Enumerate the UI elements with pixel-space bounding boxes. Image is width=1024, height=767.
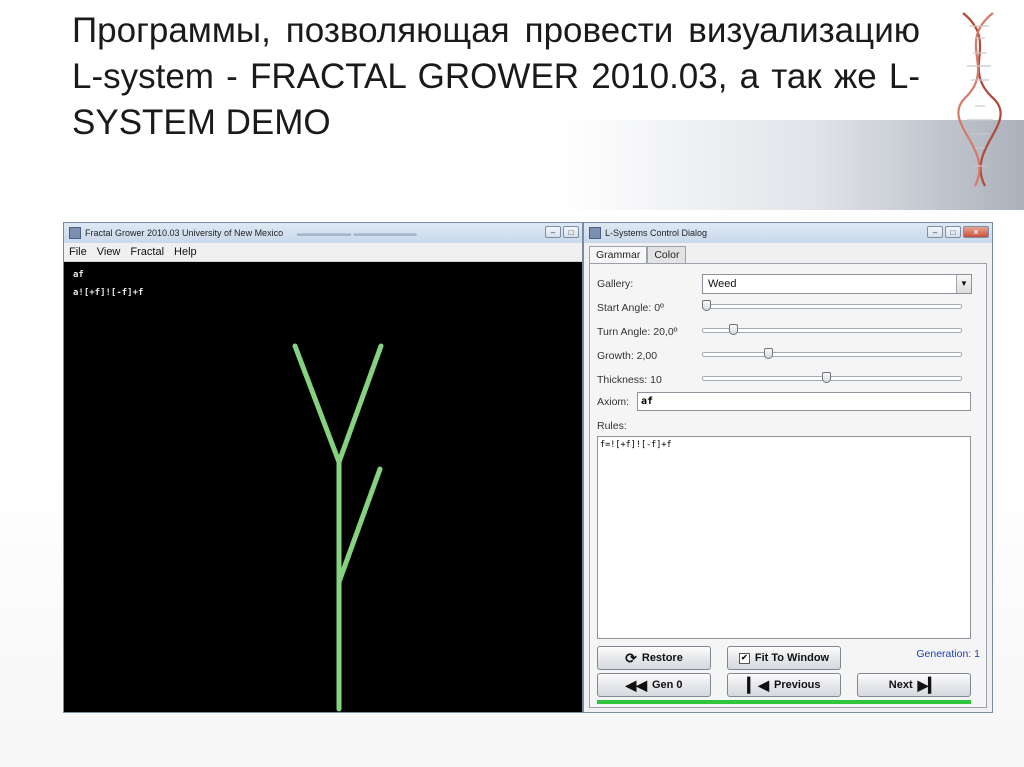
maximize-button[interactable]: □: [563, 226, 579, 238]
java-app-icon: [69, 227, 81, 239]
previous-button[interactable]: ▎◀ Previous: [727, 673, 841, 697]
gallery-label: Gallery:: [597, 278, 634, 290]
plant-branch-side: [336, 466, 383, 585]
previous-button-label: Previous: [774, 679, 821, 691]
generation-counter: Generation: 1: [916, 648, 980, 660]
start-angle-slider[interactable]: [702, 304, 962, 309]
thickness-label: Thickness: 10: [597, 374, 662, 386]
checkbox-icon[interactable]: ✔: [738, 652, 750, 664]
progress-bar: [597, 700, 971, 704]
dna-helix-icon: [957, 12, 1002, 187]
plant-branch-left: [292, 343, 342, 465]
growth-slider-thumb[interactable]: [764, 348, 774, 359]
turn-angle-slider[interactable]: [702, 328, 962, 333]
restore-icon: ⟳: [625, 650, 637, 666]
growth-label: Growth: 2,00: [597, 350, 658, 362]
fractal-grower-window[interactable]: Fractal Grower 2010.03 University of New…: [63, 222, 583, 713]
weed-fractal-drawing: [292, 343, 384, 712]
close-button[interactable]: ✕: [963, 226, 989, 238]
turn-angle-label: Turn Angle: 20,0º: [597, 326, 678, 338]
turn-angle-slider-thumb[interactable]: [729, 324, 739, 335]
lsystems-control-dialog[interactable]: L-Systems Control Dialog – □ ✕ Grammar C…: [583, 222, 993, 713]
fit-to-window-checkbox[interactable]: ✔ Fit To Window: [727, 646, 841, 670]
plant-branch-right: [336, 343, 384, 465]
fit-to-window-label: Fit To Window: [754, 652, 830, 664]
fractal-canvas[interactable]: af a![+f]![-f]+f: [64, 262, 582, 712]
axiom-input[interactable]: af: [637, 392, 971, 411]
axiom-label: Axiom:: [597, 396, 630, 408]
rewind-icon: ◀◀: [625, 677, 647, 693]
menu-view[interactable]: View: [92, 246, 126, 258]
background-window-ghost-text: ▬▬▬▬▬▬ ▬▬▬▬▬▬▬: [297, 228, 417, 238]
growth-slider[interactable]: [702, 352, 962, 357]
step-forward-icon: ▶▎: [917, 677, 940, 693]
chevron-down-icon[interactable]: ▼: [956, 275, 971, 293]
fractal-window-title: Fractal Grower 2010.03 University of New…: [85, 228, 284, 238]
java-app-icon: [589, 227, 601, 239]
start-angle-label: Start Angle: 0º: [597, 302, 664, 314]
fractal-menubar: File View Fractal Help: [64, 243, 582, 262]
start-angle-slider-thumb[interactable]: [702, 300, 711, 311]
minimize-button[interactable]: –: [927, 226, 943, 238]
slide-title: Программы, позволяющая провести визуализ…: [72, 11, 920, 142]
rules-label: Rules:: [597, 420, 627, 432]
menu-fractal[interactable]: Fractal: [125, 246, 169, 258]
next-button-label: Next: [888, 679, 913, 691]
minimize-button[interactable]: –: [545, 226, 561, 238]
control-dialog-titlebar[interactable]: L-Systems Control Dialog – □ ✕: [584, 223, 992, 243]
restore-button[interactable]: ⟳ Restore: [597, 646, 711, 670]
gallery-dropdown[interactable]: Weed ▼: [702, 274, 972, 294]
menu-help[interactable]: Help: [169, 246, 202, 258]
fractal-grower-titlebar[interactable]: Fractal Grower 2010.03 University of New…: [64, 223, 582, 243]
tab-color[interactable]: Color: [647, 246, 687, 263]
gallery-selected-value: Weed: [708, 278, 737, 290]
gen0-button-label: Gen 0: [651, 679, 683, 691]
gen0-button[interactable]: ◀◀ Gen 0: [597, 673, 711, 697]
thickness-slider[interactable]: [702, 376, 962, 381]
dialog-tabs: Grammar Color: [589, 246, 687, 263]
thickness-slider-thumb[interactable]: [821, 372, 831, 383]
grammar-panel: Gallery: Weed ▼ Start Angle: 0º Turn Ang…: [589, 263, 987, 708]
maximize-button[interactable]: □: [945, 226, 961, 238]
rules-textarea[interactable]: f=![+f]![-f]+f: [597, 436, 971, 639]
next-button[interactable]: Next ▶▎: [857, 673, 971, 697]
restore-button-label: Restore: [641, 652, 683, 664]
menu-file[interactable]: File: [64, 246, 92, 258]
tab-grammar[interactable]: Grammar: [589, 246, 648, 263]
control-dialog-title: L-Systems Control Dialog: [605, 228, 708, 238]
step-back-icon: ▎◀: [747, 677, 770, 693]
